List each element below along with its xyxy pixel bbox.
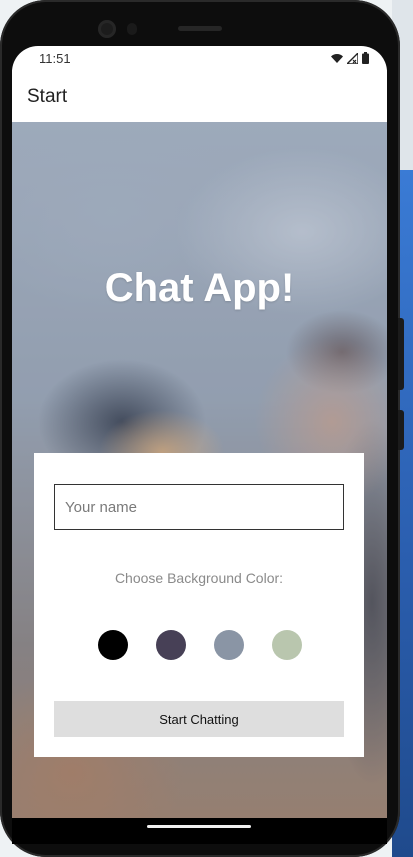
volume-button [398, 410, 404, 450]
color-swatch-gray[interactable] [214, 630, 244, 660]
app-screen: 11:51 Start Chat App! Choose Background … [12, 46, 387, 818]
app-title: Chat App! [104, 266, 295, 310]
color-swatch-green[interactable] [272, 630, 302, 660]
app-bar: Start [12, 70, 387, 122]
sensor-icon [127, 23, 137, 35]
start-form-card: Choose Background Color: Start Chatting [34, 453, 364, 757]
navigation-bar [12, 818, 387, 844]
signal-icon [347, 52, 358, 64]
earpiece-speaker [178, 26, 222, 31]
start-chatting-button[interactable]: Start Chatting [54, 701, 344, 737]
status-time: 11:51 [39, 51, 71, 66]
color-picker-label: Choose Background Color: [114, 570, 284, 586]
page-title: Start [27, 86, 68, 107]
name-input[interactable] [54, 484, 344, 530]
color-swatch-black[interactable] [98, 630, 128, 660]
wifi-icon [331, 53, 343, 63]
status-icons [331, 52, 369, 64]
color-swatch-purple[interactable] [156, 630, 186, 660]
home-indicator[interactable] [147, 825, 251, 828]
front-camera-icon [98, 20, 116, 38]
status-bar: 11:51 [12, 46, 387, 70]
power-button [398, 318, 404, 390]
battery-icon [362, 52, 369, 64]
